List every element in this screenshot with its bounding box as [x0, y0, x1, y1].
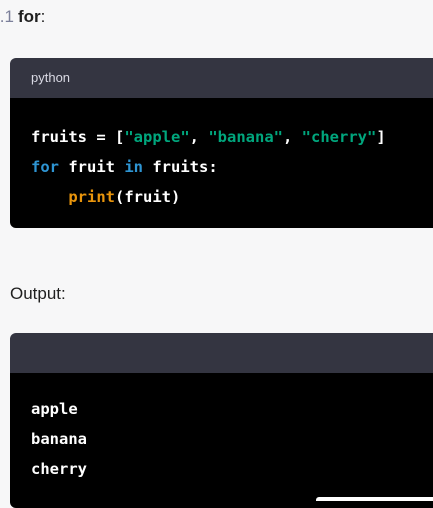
output-line: cherry — [31, 460, 87, 478]
code-token-str: "banana" — [208, 128, 283, 146]
code-token-kw: for — [31, 158, 59, 176]
heading-keyword: for — [18, 7, 41, 26]
code-block-body[interactable]: fruits = ["apple", "banana", "cherry"] fo… — [10, 98, 433, 228]
output-line: banana — [31, 430, 87, 448]
code-block-output: apple banana cherry — [10, 333, 433, 508]
code-line: print(fruit) — [31, 182, 433, 212]
code-token-plain: ] — [376, 128, 386, 146]
code-token-str: "cherry" — [301, 128, 377, 146]
code-line: fruits = ["apple", "banana", "cherry"] — [31, 122, 433, 152]
code-block-header: python — [10, 58, 433, 98]
code-token-plain: , — [189, 128, 209, 146]
code-token-fn: print — [68, 188, 115, 206]
code-token-plain: fruits = [ — [31, 128, 125, 146]
code-token-plain: (fruit) — [115, 188, 181, 206]
code-token-plain: fruit — [59, 158, 125, 176]
heading-colon: : — [40, 7, 46, 26]
code-token-plain: fruits: — [143, 158, 218, 176]
code-block-header — [10, 333, 433, 373]
code-token-str: "apple" — [124, 128, 190, 146]
output-label: Output: — [10, 284, 66, 303]
code-block-python: python fruits = ["apple", "banana", "che… — [10, 58, 433, 228]
list-number: 1. — [0, 7, 14, 26]
bottom-overlay-bar — [316, 497, 433, 501]
code-token-plain: , — [282, 128, 302, 146]
code-block-body[interactable]: apple banana cherry — [10, 373, 433, 508]
code-language-label: python — [31, 70, 71, 85]
list-item-heading: 1. for : — [0, 4, 45, 30]
output-line: apple — [31, 400, 78, 418]
code-line: for fruit in fruits: — [31, 152, 433, 182]
code-token-kw: in — [124, 158, 143, 176]
